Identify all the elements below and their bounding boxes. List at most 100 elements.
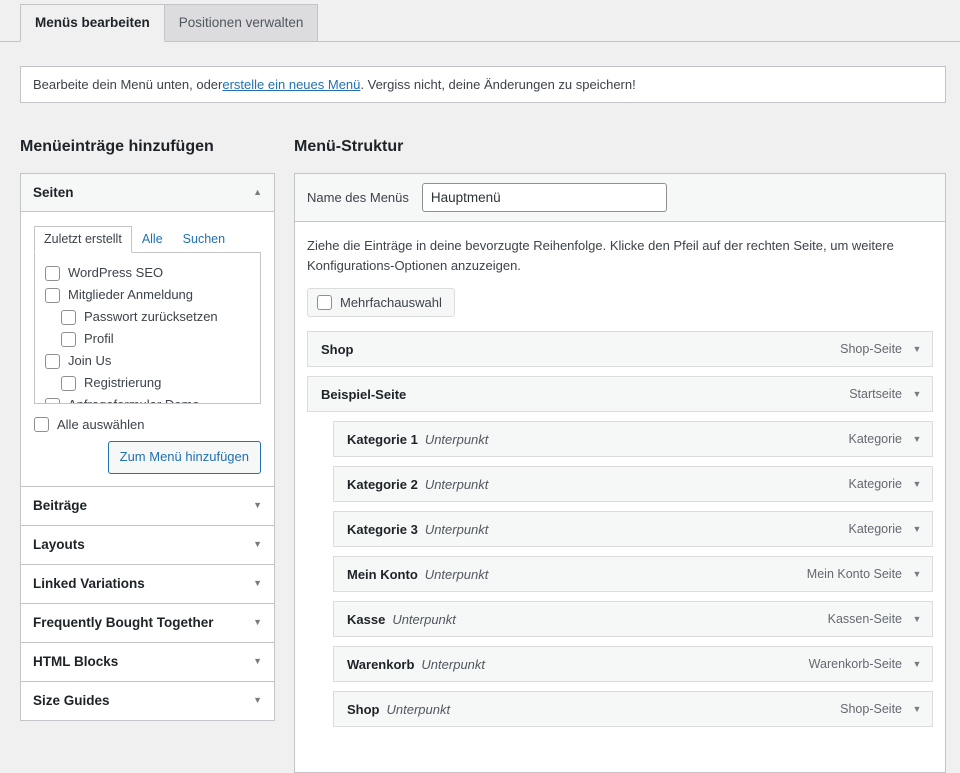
notice-bar: Bearbeite dein Menü unten, oder erstelle… <box>20 66 946 103</box>
page-checkbox[interactable] <box>45 266 60 281</box>
add-menu-items-heading: Menüeinträge hinzufügen <box>20 138 214 156</box>
select-all-checkbox[interactable] <box>34 417 49 432</box>
bulk-select-checkbox[interactable] <box>317 295 332 310</box>
accordion-collapsed: HTML Blocks ▼ <box>20 642 275 681</box>
pages-subtab-0[interactable]: Zuletzt erstellt <box>34 226 132 253</box>
accordion-title: Beiträge <box>33 498 87 513</box>
page-checkbox-row[interactable]: Registrierung <box>45 372 250 394</box>
menu-item-type: Kategorie <box>848 477 902 491</box>
page-checkbox-row[interactable]: WordPress SEO <box>45 262 250 284</box>
menu-item-row[interactable]: Mein KontoUnterpunktMein Konto Seite▼ <box>333 556 933 592</box>
structure-hint-text: Ziehe die Einträge in deine bevorzugte R… <box>307 236 897 276</box>
menu-item-row[interactable]: ShopUnterpunktShop-Seite▼ <box>333 691 933 727</box>
chevron-down-icon[interactable]: ▼ <box>253 579 262 588</box>
pages-subtab-2[interactable]: Suchen <box>173 226 235 252</box>
accordion-pages: Seiten ▲ Zuletzt erstelltAlleSuchen Word… <box>20 173 275 486</box>
menu-item-title: Warenkorb <box>347 657 414 672</box>
menu-item-subtitle: Unterpunkt <box>425 432 489 447</box>
accordion-pages-header[interactable]: Seiten ▲ <box>21 174 274 212</box>
page-checkbox-row[interactable]: Mitglieder Anmeldung <box>45 284 250 306</box>
page-checkbox[interactable] <box>61 310 76 325</box>
page-checkbox[interactable] <box>61 332 76 347</box>
accordion-header[interactable]: Linked Variations ▼ <box>21 565 274 603</box>
accordion-collapsed: Size Guides ▼ <box>20 681 275 721</box>
accordion-pages-body: Zuletzt erstelltAlleSuchen WordPress SEO… <box>21 212 274 486</box>
chevron-down-icon[interactable]: ▼ <box>253 657 262 666</box>
page-checkbox-row[interactable]: Join Us <box>45 350 250 372</box>
menu-item-title: Shop <box>321 342 354 357</box>
chevron-down-icon[interactable]: ▼ <box>902 614 932 624</box>
accordion-title: Size Guides <box>33 693 110 708</box>
select-all-label: Alle auswählen <box>57 417 144 432</box>
accordion-collapsed: Beiträge ▼ <box>20 486 275 525</box>
menu-item-subtitle: Unterpunkt <box>387 702 451 717</box>
pages-checkbox-list: WordPress SEO Mitglieder Anmeldung Passwor… <box>34 252 261 404</box>
accordion-title: Linked Variations <box>33 576 145 591</box>
menu-item-row[interactable]: Warenkorb Unterpunkt Warenkorb-Seite▼ <box>333 646 933 682</box>
menu-item-title: Kategorie 2 <box>347 477 418 492</box>
page-checkbox-label: Profil <box>84 330 114 348</box>
menu-item-row[interactable]: Kategorie 1UnterpunktKategorie▼ <box>333 421 933 457</box>
chevron-down-icon[interactable]: ▼ <box>253 540 262 549</box>
page-checkbox[interactable] <box>45 288 60 303</box>
notice-text-after: . Vergiss nicht, deine Änderungen zu spe… <box>360 77 635 92</box>
menu-structure-heading: Menü-Struktur <box>294 138 403 156</box>
menu-item-subtitle: Unterpunkt <box>425 522 489 537</box>
select-all-row[interactable]: Alle auswählen <box>34 417 261 432</box>
page-checkbox-row[interactable]: Anfrageformular Demo <box>45 394 250 404</box>
page-checkbox-row[interactable]: Profil <box>45 328 250 350</box>
chevron-down-icon[interactable]: ▼ <box>902 344 932 354</box>
menu-name-input[interactable] <box>422 183 667 212</box>
accordion-header[interactable]: Beiträge ▼ <box>21 487 274 525</box>
chevron-down-icon[interactable]: ▼ <box>902 704 932 714</box>
bulk-select-toggle[interactable]: Mehrfachauswahl <box>307 288 455 317</box>
add-items-column: Seiten ▲ Zuletzt erstelltAlleSuchen Word… <box>20 173 275 721</box>
menu-item-type: Kategorie <box>848 522 902 536</box>
chevron-down-icon[interactable]: ▼ <box>902 659 932 669</box>
chevron-up-icon[interactable]: ▲ <box>253 188 262 197</box>
page-checkbox-row[interactable]: Passwort zurücksetzen <box>45 306 250 328</box>
chevron-down-icon[interactable]: ▼ <box>253 696 262 705</box>
accordion-header[interactable]: Size Guides ▼ <box>21 682 274 720</box>
menu-item-row[interactable]: Beispiel-SeiteStartseite▼ <box>307 376 933 412</box>
chevron-down-icon[interactable]: ▼ <box>253 501 262 510</box>
accordion-title: HTML Blocks <box>33 654 118 669</box>
create-new-menu-link[interactable]: erstelle ein neues Menü <box>222 77 360 92</box>
pages-subtab-1[interactable]: Alle <box>132 226 173 252</box>
tab-1[interactable]: Positionen verwalten <box>164 4 319 42</box>
chevron-down-icon[interactable]: ▼ <box>902 524 932 534</box>
menu-item-row[interactable]: Kategorie 3UnterpunktKategorie▼ <box>333 511 933 547</box>
menu-item-row[interactable]: ShopShop-Seite▼ <box>307 331 933 367</box>
accordion-collapsed: Layouts▼ <box>20 525 275 564</box>
chevron-down-icon[interactable]: ▼ <box>253 618 262 627</box>
menu-item-row[interactable]: Kategorie 2 Unterpunkt Kategorie▼ <box>333 466 933 502</box>
page-checkbox[interactable] <box>61 376 76 391</box>
page-checkbox-label: Registrierung <box>84 374 161 392</box>
tab-0[interactable]: Menüs bearbeiten <box>20 4 165 42</box>
menu-item-title: Beispiel-Seite <box>321 387 406 402</box>
menu-item-title: Kategorie 1 <box>347 432 418 447</box>
accordion-header[interactable]: HTML Blocks ▼ <box>21 643 274 681</box>
bulk-select-label: Mehrfachauswahl <box>340 295 442 310</box>
menu-item-subtitle: Unterpunkt <box>425 477 489 492</box>
accordion-header[interactable]: Frequently Bought Together▼ <box>21 604 274 642</box>
page-checkbox-label: WordPress SEO <box>68 264 163 282</box>
accordion-header[interactable]: Layouts▼ <box>21 526 274 564</box>
chevron-down-icon[interactable]: ▼ <box>902 389 932 399</box>
chevron-down-icon[interactable]: ▼ <box>902 569 932 579</box>
accordion-pages-title: Seiten <box>33 185 74 200</box>
chevron-down-icon[interactable]: ▼ <box>902 434 932 444</box>
menu-item-type: Warenkorb-Seite <box>809 657 902 671</box>
page-checkbox[interactable] <box>45 354 60 369</box>
page-checkbox-label: Mitglieder Anmeldung <box>68 286 193 304</box>
page-checkbox[interactable] <box>45 398 60 405</box>
notice-text-before: Bearbeite dein Menü unten, oder <box>33 77 222 92</box>
add-button-row: Zum Menü hinzufügen <box>34 441 261 474</box>
menu-item-row[interactable]: KasseUnterpunktKassen-Seite▼ <box>333 601 933 637</box>
chevron-down-icon[interactable]: ▼ <box>902 479 932 489</box>
add-to-menu-button[interactable]: Zum Menü hinzufügen <box>108 441 261 474</box>
menu-item-subtitle: Unterpunkt <box>421 657 485 672</box>
menu-structure-body: Ziehe die Einträge in deine bevorzugte R… <box>295 222 945 727</box>
menu-item-type: Kassen-Seite <box>828 612 902 626</box>
tab-list: Menüs bearbeitenPositionen verwalten <box>20 4 318 42</box>
